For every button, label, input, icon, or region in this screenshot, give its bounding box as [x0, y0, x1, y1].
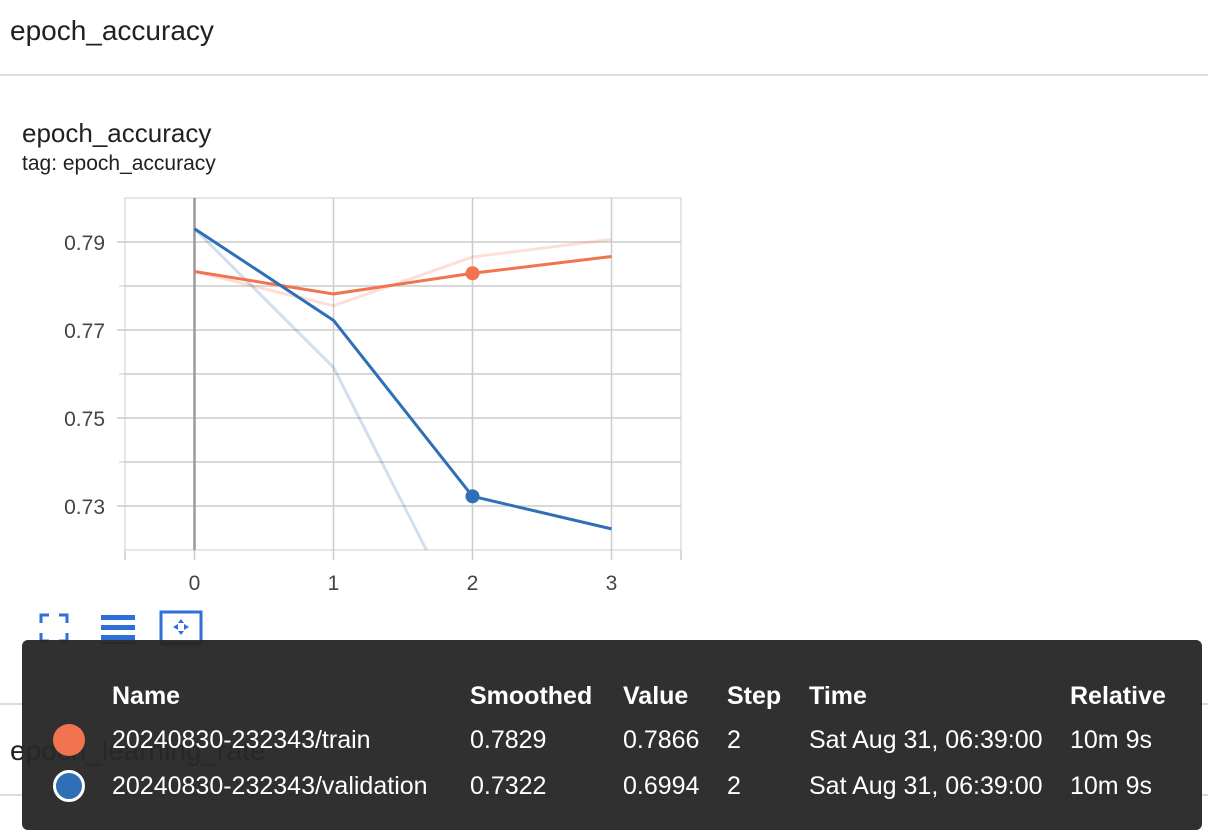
x-tick-label: 1	[328, 572, 340, 595]
time-value: Sat Aug 31, 06:39:00	[809, 726, 1043, 754]
header-relative: Relative	[1070, 682, 1166, 710]
train-hover-point	[465, 266, 480, 281]
raw-value: 0.7866	[623, 726, 700, 754]
smoothed-value: 0.7829	[470, 726, 547, 754]
y-tick-label: 0.77	[64, 320, 105, 343]
run-name: 20240830-232343/validation	[112, 772, 428, 800]
header-time: Time	[809, 682, 867, 710]
x-tick-label: 0	[189, 572, 201, 595]
raw-value: 0.6994	[623, 772, 700, 800]
card-tag: tag: epoch_accuracy	[22, 152, 216, 175]
step-value: 2	[727, 772, 741, 800]
train-color-swatch	[53, 724, 85, 756]
line-chart[interactable]: 0.79 0.77 0.75 0.73 0 1 2 3	[0, 190, 700, 600]
chart-grid	[124, 197, 682, 551]
section-header[interactable]: epoch_accuracy	[0, 0, 1208, 76]
y-tick-label: 0.75	[64, 408, 105, 431]
smoothed-value: 0.7322	[470, 772, 547, 800]
validation-hover-point	[465, 489, 480, 504]
time-value: Sat Aug 31, 06:39:00	[809, 772, 1043, 800]
section-title: epoch_accuracy	[10, 15, 214, 46]
y-tick-label: 0.73	[64, 496, 105, 519]
card-title: epoch_accuracy	[22, 118, 212, 148]
validation-smoothed-line	[193, 227, 612, 531]
run-name: 20240830-232343/train	[112, 726, 371, 754]
relative-value: 10m 9s	[1070, 726, 1152, 754]
chart-series	[193, 227, 612, 550]
header-smoothed: Smoothed	[470, 682, 593, 710]
x-tick-label: 2	[467, 572, 479, 595]
x-tick-label: 3	[606, 572, 618, 595]
chart-tooltip: Name Smoothed Value Step Time Relative 2…	[22, 640, 1202, 830]
step-value: 2	[727, 726, 741, 754]
train-raw-line	[194, 237, 612, 308]
header-step: Step	[727, 682, 782, 710]
y-tick-label: 0.79	[64, 232, 105, 255]
header-name: Name	[112, 682, 181, 710]
relative-value: 10m 9s	[1070, 772, 1152, 800]
header-value: Value	[623, 682, 689, 710]
validation-color-swatch	[53, 770, 85, 802]
